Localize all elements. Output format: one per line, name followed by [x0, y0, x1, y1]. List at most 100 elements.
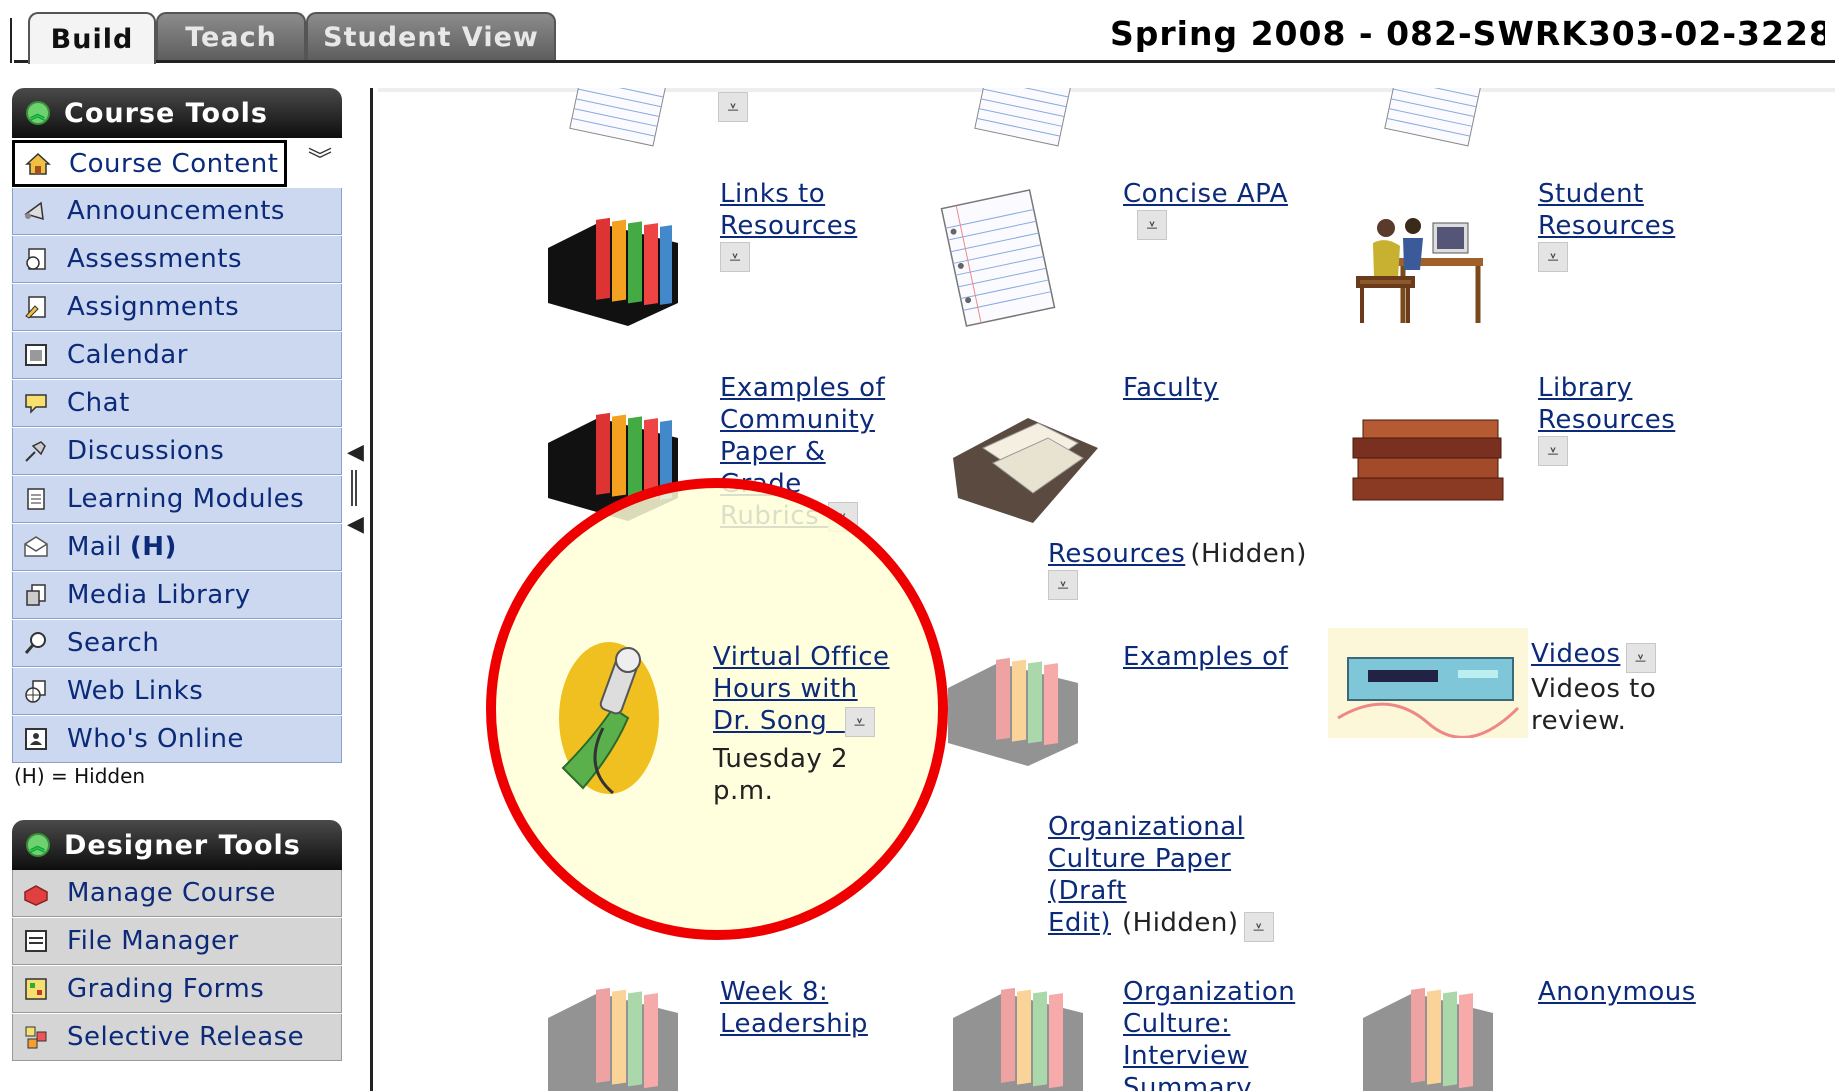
- item-menu-button[interactable]: ⩡: [1625, 642, 1656, 673]
- file-sorter-icon: [548, 217, 678, 326]
- item-menu-button[interactable]: ⩡: [1538, 242, 1568, 272]
- virtual-office-hours-link[interactable]: Virtual Office Hours with Dr. Song ⩡: [713, 641, 890, 737]
- nav-chat[interactable]: Chat: [12, 380, 342, 427]
- concise-apa-link[interactable]: Concise APA: [1123, 178, 1288, 210]
- nav-label: Chat: [67, 388, 130, 418]
- collapse-left-icon[interactable]: ◀: [347, 512, 364, 537]
- panel-splitter-handle[interactable]: ◀ ◀: [343, 440, 364, 540]
- nav-grading-forms[interactable]: Grading Forms: [12, 966, 342, 1013]
- nav-course-content[interactable]: Course Content: [12, 140, 287, 187]
- designer-tools-title: Designer Tools: [64, 829, 301, 861]
- assessment-icon: [21, 244, 51, 274]
- nav-selective-release[interactable]: Selective Release: [12, 1014, 342, 1061]
- examples-rubrics-link[interactable]: Examples of Community Paper & Grade Rubrics …: [720, 372, 885, 532]
- item-examples-of: Examples of: [1123, 641, 1288, 673]
- tab-student-view[interactable]: Student View: [306, 12, 556, 60]
- item-links-to-resources: Links to Resources ⩡: [720, 178, 857, 272]
- file-sorter-icon: [1363, 987, 1493, 1091]
- grip-icon: [351, 470, 357, 506]
- nav-label: Calendar: [67, 340, 188, 370]
- nav-learning-modules[interactable]: Learning Modules: [12, 476, 342, 523]
- nav-whos-online[interactable]: Who's Online: [12, 716, 342, 763]
- item-menu-button[interactable]: ⩡: [1243, 911, 1274, 942]
- calendar-icon: [21, 340, 51, 370]
- week8-link[interactable]: Week 8: Leadership: [720, 976, 868, 1040]
- item-menu-button[interactable]: ⩡: [720, 242, 750, 272]
- nav-assessments[interactable]: Assessments: [12, 236, 342, 283]
- item-menu-button[interactable]: ⩡: [1538, 436, 1568, 466]
- faculty-link[interactable]: Faculty: [1123, 372, 1219, 404]
- bricks-icon: [21, 878, 51, 908]
- nav-announcements[interactable]: Announcements: [12, 188, 342, 235]
- collapse-up-icon[interactable]: ︽: [26, 833, 50, 857]
- nav-label: Grading Forms: [67, 974, 265, 1004]
- nav-label: Announcements: [67, 196, 285, 226]
- nav-media-library[interactable]: Media Library: [12, 572, 342, 619]
- nav-label: Search: [67, 628, 160, 658]
- item-menu-button[interactable]: ⩡: [1048, 570, 1078, 600]
- examples-of-link[interactable]: Examples of: [1123, 641, 1288, 673]
- item-org-culture-interview: Organization Culture: Interview Summary: [1123, 976, 1295, 1091]
- file-sorter-icon: [548, 412, 678, 521]
- student-resources-link[interactable]: Student Resources: [1538, 178, 1675, 242]
- hidden-status: (Hidden): [1190, 539, 1307, 569]
- selective-release-icon: [21, 1022, 51, 1052]
- tab-underline: [14, 60, 1835, 63]
- nav-search[interactable]: Search: [12, 620, 342, 667]
- notebook-paper-icon: [974, 88, 1078, 147]
- nav-web-links[interactable]: Web Links: [12, 668, 342, 715]
- nav-manage-course[interactable]: Manage Course: [12, 870, 342, 917]
- grading-forms-icon: [21, 974, 51, 1004]
- resources-link[interactable]: Resources: [1048, 539, 1185, 569]
- file-sorter-icon: [953, 987, 1083, 1091]
- org-culture-interview-link[interactable]: Organization Culture: Interview Summary: [1123, 976, 1295, 1091]
- item-menu-button[interactable]: ⩡: [827, 501, 858, 532]
- nav-label: Web Links: [67, 676, 204, 706]
- item-faculty: Faculty: [1123, 372, 1219, 404]
- designer-tools-header[interactable]: ︽ Designer Tools: [12, 820, 342, 870]
- nav-file-manager[interactable]: File Manager: [12, 918, 342, 965]
- nav-mail[interactable]: Mail (H): [12, 524, 342, 571]
- item-menu-button[interactable]: ⩡: [1137, 210, 1167, 240]
- tab-build[interactable]: Build: [28, 12, 156, 64]
- nav-label: Media Library: [67, 580, 251, 610]
- item-concise-apa: Concise APA ⩡: [1123, 178, 1288, 240]
- microphone-hand-icon: [559, 642, 659, 795]
- file-sorter-icon: [548, 987, 678, 1091]
- course-tools-title: Course Tools: [64, 97, 268, 129]
- top-tab-bar: Build Teach Student View Spring 2008 - 0…: [0, 0, 1835, 64]
- item-library-resources: Library Resources ⩡: [1538, 372, 1675, 466]
- vcr-player-icon: [1328, 628, 1528, 738]
- file-manager-icon: [21, 926, 51, 956]
- tab-teach[interactable]: Teach: [156, 12, 306, 60]
- virtual-office-description: Tuesday 2 p.m.: [713, 744, 849, 806]
- envelope-icon: [21, 532, 51, 562]
- nav-assignments[interactable]: Assignments: [12, 284, 342, 331]
- item-menu-button[interactable]: ⩡: [718, 92, 748, 122]
- item-week8: Week 8: Leadership: [720, 976, 868, 1040]
- nav-label: Mail: [67, 532, 122, 562]
- item-menu-button[interactable]: ⩡: [844, 706, 875, 737]
- nav-calendar[interactable]: Calendar: [12, 332, 342, 379]
- pushpin-icon: [21, 436, 51, 466]
- assignment-icon: [21, 292, 51, 322]
- item-videos: Videos ⩡ Videos to review.: [1531, 638, 1656, 737]
- course-content-menu-chevron-icon[interactable]: ︾: [305, 140, 335, 175]
- anonymous-link[interactable]: Anonymous: [1538, 976, 1696, 1008]
- collapse-left-icon[interactable]: ◀: [347, 440, 364, 465]
- frame-edge: [10, 18, 12, 63]
- collapse-up-icon[interactable]: ︽: [26, 101, 50, 125]
- videos-link[interactable]: Videos: [1531, 639, 1620, 669]
- magnifier-icon: [21, 628, 51, 658]
- course-tools-header[interactable]: ︽ Course Tools: [12, 88, 342, 138]
- document-icon: [21, 484, 51, 514]
- globe-icon: [21, 676, 51, 706]
- panel-divider: [370, 88, 373, 1091]
- item-anonymous: Anonymous: [1538, 976, 1696, 1008]
- item-student-resources: Student Resources ⩡: [1538, 178, 1675, 272]
- chat-bubble-icon: [21, 388, 51, 418]
- library-resources-link[interactable]: Library Resources: [1538, 372, 1675, 436]
- links-to-resources-link[interactable]: Links to Resources: [720, 178, 857, 242]
- nav-discussions[interactable]: Discussions: [12, 428, 342, 475]
- videos-description: Videos to review.: [1531, 673, 1657, 736]
